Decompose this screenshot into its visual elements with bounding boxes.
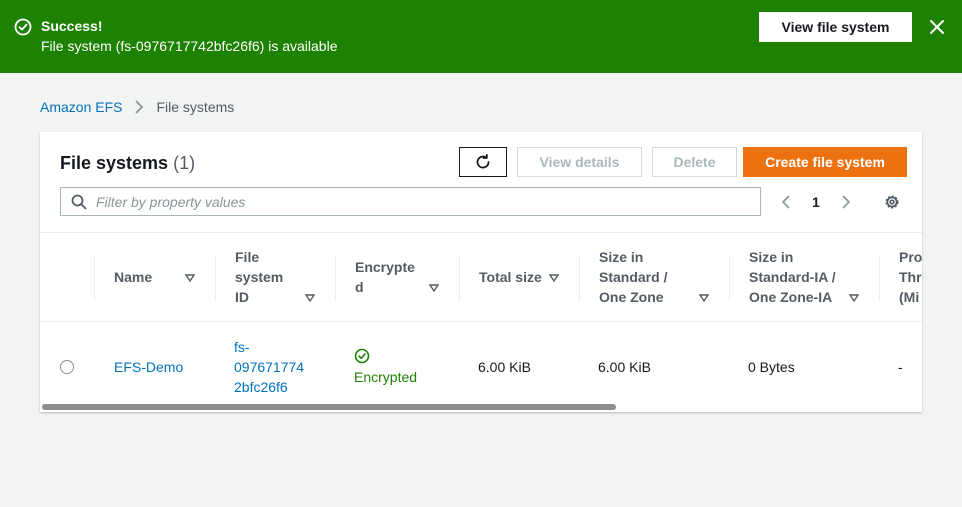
scrollbar-thumb[interactable] xyxy=(42,404,616,410)
check-circle-icon xyxy=(14,18,32,36)
size-standard-value: 6.00 KiB xyxy=(598,359,651,375)
check-circle-icon xyxy=(354,348,370,364)
column-divider xyxy=(215,255,216,301)
column-label: File xyxy=(235,249,260,265)
column-label: Encrypte xyxy=(355,259,415,275)
column-divider xyxy=(459,255,460,301)
close-icon[interactable] xyxy=(927,17,947,37)
success-flash-banner: Success! File system (fs-0976717742bfc26… xyxy=(0,0,962,73)
column-label: Size in xyxy=(749,249,794,265)
delete-button[interactable]: Delete xyxy=(652,147,737,177)
chevron-right-icon xyxy=(135,100,144,114)
column-label: One Zone-IA xyxy=(749,289,833,305)
refresh-icon xyxy=(476,153,490,169)
column-label: Name xyxy=(114,269,153,285)
sort-caret-icon xyxy=(849,294,859,302)
column-label: ID xyxy=(235,289,249,305)
column-header-file-system-id[interactable]: File system ID xyxy=(215,233,335,321)
create-file-system-button[interactable]: Create file system xyxy=(743,147,907,177)
sort-caret-icon xyxy=(549,274,559,282)
chevron-left-icon[interactable] xyxy=(780,194,792,210)
panel-title-text: File systems xyxy=(60,153,169,173)
column-divider xyxy=(729,255,730,301)
column-label: Standard / xyxy=(599,269,668,285)
table-header: Name File system ID Encrypte d Total siz… xyxy=(40,232,922,322)
column-label: Size in xyxy=(599,249,644,265)
breadcrumb-amazon-efs[interactable]: Amazon EFS xyxy=(40,99,122,115)
column-divider xyxy=(94,255,95,301)
table-row: EFS-Demo fs- 097671774 2bfc26f6 Encrypte… xyxy=(40,322,922,402)
pagination: 1 xyxy=(780,192,852,212)
sort-caret-icon xyxy=(185,274,195,282)
sort-caret-icon xyxy=(429,284,439,292)
file-system-id-link-line1[interactable]: fs- xyxy=(234,337,250,357)
column-header-encrypted[interactable]: Encrypte d xyxy=(335,233,459,321)
refresh-button[interactable] xyxy=(459,147,507,177)
column-divider xyxy=(879,255,880,301)
chevron-right-icon[interactable] xyxy=(840,194,852,210)
encrypted-status: Encrypted xyxy=(354,369,418,385)
view-file-system-button[interactable]: View file system xyxy=(759,12,912,42)
file-system-id-link-line3[interactable]: 2bfc26f6 xyxy=(234,377,288,397)
column-header-size-ia[interactable]: Size in Standard-IA / One Zone-IA xyxy=(729,233,879,321)
flash-title: Success! xyxy=(41,18,103,34)
panel-title: File systems (1) xyxy=(60,153,195,174)
column-divider xyxy=(335,255,336,301)
column-label: Standard-IA / xyxy=(749,269,836,285)
column-header-throughput[interactable]: Pro Thr (Mi xyxy=(879,233,922,321)
size-ia-value: 0 Bytes xyxy=(748,359,795,375)
column-header-size-standard[interactable]: Size in Standard / One Zone xyxy=(579,233,729,321)
breadcrumb-current: File systems xyxy=(156,99,235,115)
column-label: (Mi xyxy=(899,289,920,305)
page-number[interactable]: 1 xyxy=(812,194,820,210)
file-system-name-link[interactable]: EFS-Demo xyxy=(114,357,183,377)
column-label: One Zone xyxy=(599,289,664,305)
column-divider xyxy=(579,255,580,301)
filter-box xyxy=(60,187,761,216)
column-label: Thr xyxy=(899,269,922,285)
sort-caret-icon xyxy=(305,294,315,302)
column-label: d xyxy=(355,279,364,295)
file-system-id-link-line2[interactable]: 097671774 xyxy=(234,357,304,377)
file-systems-panel: File systems (1) View details Delete Cre… xyxy=(40,132,922,412)
gear-icon[interactable] xyxy=(883,193,901,211)
column-label: system xyxy=(235,269,284,285)
flash-message: File system (fs-0976717742bfc26f6) is av… xyxy=(41,38,338,54)
search-icon xyxy=(71,194,87,209)
column-header-name[interactable]: Name xyxy=(94,233,215,321)
sort-caret-icon xyxy=(699,294,709,302)
filter-input[interactable] xyxy=(96,193,736,210)
panel-count: (1) xyxy=(173,153,196,173)
breadcrumb: Amazon EFS File systems xyxy=(40,99,234,115)
throughput-value: - xyxy=(898,359,903,375)
view-details-button[interactable]: View details xyxy=(517,147,642,177)
row-select-radio[interactable] xyxy=(60,360,74,374)
column-header-total-size[interactable]: Total size xyxy=(459,233,579,321)
column-label: Total size xyxy=(479,269,542,285)
total-size-value: 6.00 KiB xyxy=(478,359,531,375)
column-label: Pro xyxy=(899,249,922,265)
